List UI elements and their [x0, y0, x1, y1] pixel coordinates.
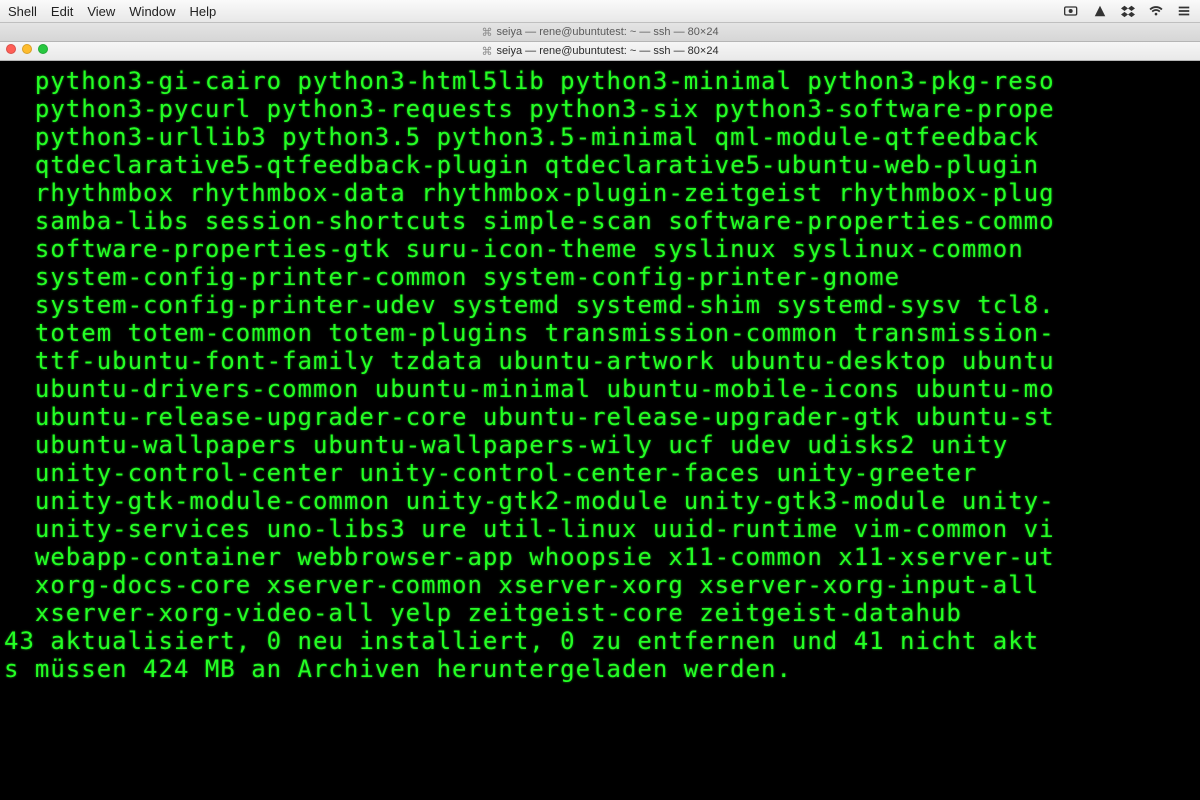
terminal-line: python3-pycurl python3-requests python3-…	[4, 95, 1200, 123]
dropbox-icon[interactable]	[1120, 3, 1136, 19]
menu-window[interactable]: Window	[129, 4, 175, 19]
terminal-line: ubuntu-drivers-common ubuntu-minimal ubu…	[4, 375, 1200, 403]
terminal-line: s müssen 424 MB an Archiven heruntergela…	[4, 655, 1200, 683]
terminal-line: rhythmbox rhythmbox-data rhythmbox-plugi…	[4, 179, 1200, 207]
terminal-line: samba-libs session-shortcuts simple-scan…	[4, 207, 1200, 235]
terminal-line: qtdeclarative5-qtfeedback-plugin qtdecla…	[4, 151, 1200, 179]
macos-menubar: Shell Edit View Window Help	[0, 0, 1200, 23]
terminal-line: xserver-xorg-video-all yelp zeitgeist-co…	[4, 599, 1200, 627]
screen-record-icon[interactable]	[1064, 3, 1080, 19]
terminal-line: unity-gtk-module-common unity-gtk2-modul…	[4, 487, 1200, 515]
terminal-tab-inactive[interactable]: ⌘ seiya — rene@ubuntutest: ~ — ssh — 80×…	[0, 23, 1200, 42]
tab-title: seiya — rene@ubuntutest: ~ — ssh — 80×24	[496, 26, 718, 38]
terminal-line: ubuntu-release-upgrader-core ubuntu-rele…	[4, 403, 1200, 431]
terminal-line: 43 aktualisiert, 0 neu installiert, 0 zu…	[4, 627, 1200, 655]
dirty-indicator-icon: ⌘	[481, 26, 492, 39]
menu-shell[interactable]: Shell	[8, 4, 37, 19]
terminal-line: ubuntu-wallpapers ubuntu-wallpapers-wily…	[4, 431, 1200, 459]
menu-view[interactable]: View	[87, 4, 115, 19]
terminal-line: totem totem-common totem-plugins transmi…	[4, 319, 1200, 347]
terminal-line: webapp-container webbrowser-app whoopsie…	[4, 543, 1200, 571]
menu-help[interactable]: Help	[190, 4, 217, 19]
tab-title: seiya — rene@ubuntutest: ~ — ssh — 80×24	[496, 45, 718, 57]
terminal-output[interactable]: python3-gi-cairo python3-html5lib python…	[0, 61, 1200, 800]
terminal-line: system-config-printer-udev systemd syste…	[4, 291, 1200, 319]
terminal-line: software-properties-gtk suru-icon-theme …	[4, 235, 1200, 263]
triangle-icon[interactable]	[1092, 3, 1108, 19]
terminal-line: python3-urllib3 python3.5 python3.5-mini…	[4, 123, 1200, 151]
zoom-window-button[interactable]	[38, 44, 48, 54]
menu-extras-icon[interactable]	[1176, 3, 1192, 19]
terminal-line: system-config-printer-common system-conf…	[4, 263, 1200, 291]
close-window-button[interactable]	[6, 44, 16, 54]
terminal-line: unity-services uno-libs3 ure util-linux …	[4, 515, 1200, 543]
terminal-line: xorg-docs-core xserver-common xserver-xo…	[4, 571, 1200, 599]
terminal-line: python3-gi-cairo python3-html5lib python…	[4, 67, 1200, 95]
minimize-window-button[interactable]	[22, 44, 32, 54]
dirty-indicator-icon: ⌘	[481, 45, 492, 58]
terminal-line: unity-control-center unity-control-cente…	[4, 459, 1200, 487]
terminal-line: ttf-ubuntu-font-family tzdata ubuntu-art…	[4, 347, 1200, 375]
wifi-icon[interactable]	[1148, 3, 1164, 19]
terminal-tab-active[interactable]: ⌘ seiya — rene@ubuntutest: ~ — ssh — 80×…	[0, 42, 1200, 61]
window-controls	[6, 44, 48, 54]
menu-edit[interactable]: Edit	[51, 4, 73, 19]
